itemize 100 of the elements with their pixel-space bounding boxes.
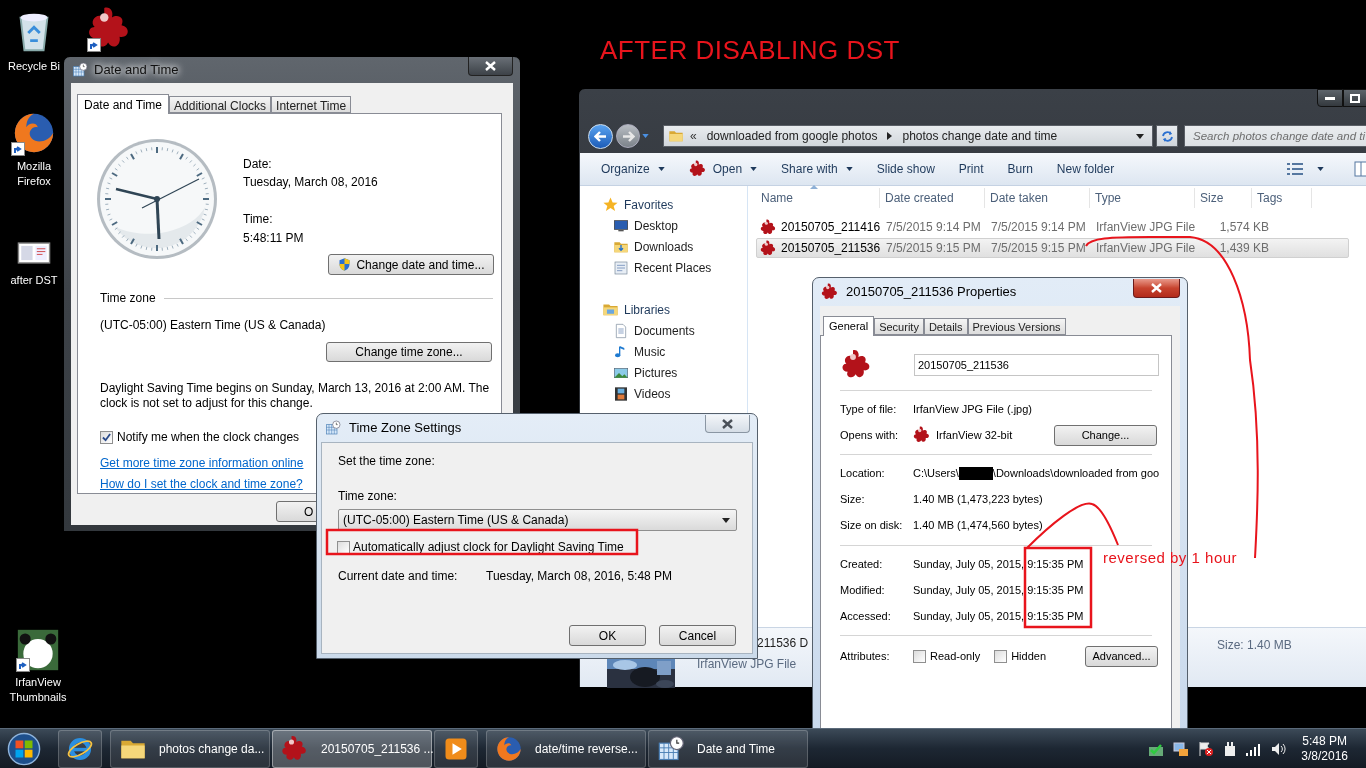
checkbox[interactable] <box>994 649 1008 663</box>
caret-icon <box>845 167 853 171</box>
refresh-button[interactable] <box>1156 125 1178 147</box>
address-bar[interactable]: « downloaded from google photos photos change date and time <box>663 125 1153 147</box>
dropdown[interactable]: (UTC-05:00) Eastern Time (US & Canada) <box>338 509 737 531</box>
monitor-icon[interactable] <box>613 217 629 234</box>
desktop-icon-label[interactable]: after DST <box>10 273 58 288</box>
field-label: Opens with: <box>840 427 900 443</box>
column-header[interactable]: Size <box>1195 188 1252 208</box>
column-header[interactable]: Date created <box>880 188 985 208</box>
checkbox-label[interactable]: Notify me when the clock changes <box>117 428 300 446</box>
folder-icon <box>668 128 684 144</box>
button[interactable]: Change time zone... <box>326 342 492 362</box>
taskbar-button[interactable]: 20150705_211536 ... <box>272 729 432 768</box>
desktop-icon-label[interactable]: Mozilla Firefox <box>6 159 62 189</box>
column-header[interactable]: Type <box>1090 188 1195 208</box>
file-row[interactable]: 20150705_211536 7/5/2015 9:15 PM 7/5/2015 9:15 PM IrfanView JPG File 1,439 KB <box>756 238 1349 258</box>
tab[interactable]: Security <box>874 318 924 335</box>
file-row[interactable]: 20150705_211416 7/5/2015 9:14 PM 7/5/2015 9:14 PM IrfanView JPG File 1,574 KB <box>756 217 1349 237</box>
help-link[interactable]: Get more time zone information online <box>100 454 304 472</box>
column-header[interactable]: Date taken <box>985 188 1090 208</box>
field-label: Time: <box>243 211 274 227</box>
film-strip-icon[interactable] <box>613 385 629 402</box>
nav-item[interactable]: Music <box>634 342 666 361</box>
maximize-button[interactable] <box>1343 89 1366 107</box>
table-cell-text: IrfanView JPG File <box>1095 219 1196 236</box>
toolbar-button[interactable]: New folder <box>1047 157 1124 181</box>
nav-item[interactable]: Recent Places <box>634 258 712 277</box>
breadcrumb-overflow[interactable]: « <box>690 127 697 145</box>
help-link[interactable]: How do I set the clock and time zone? <box>100 475 303 493</box>
back-button[interactable] <box>588 123 613 149</box>
button[interactable]: Advanced... <box>1085 645 1158 667</box>
nav-item[interactable]: Videos <box>634 384 671 403</box>
field-label: Size: <box>840 491 866 507</box>
field-value: 1.40 MB (1,474,560 bytes) <box>913 517 1043 533</box>
toolbar-button[interactable]: Print <box>949 157 993 181</box>
taskbar-button[interactable] <box>434 729 478 768</box>
table-cell-text: 7/5/2015 9:15 PM <box>990 240 1087 257</box>
nav-item[interactable]: Libraries <box>624 300 671 319</box>
checkbox[interactable] <box>913 649 926 663</box>
nav-item[interactable]: Desktop <box>634 216 679 235</box>
breadcrumb[interactable]: photos change date and time <box>902 127 1058 145</box>
clock-time[interactable]: 5:48 PM <box>1302 733 1347 749</box>
toolbar-button[interactable]: Organize <box>592 157 674 181</box>
nav-item[interactable]: Pictures <box>634 363 678 382</box>
toolbar-button[interactable]: Open <box>679 157 767 181</box>
checkbox[interactable] <box>100 430 113 444</box>
close-button[interactable] <box>468 57 513 76</box>
window-title: Date and Time <box>94 61 179 80</box>
forward-arrow-icon <box>621 130 635 142</box>
section-heading: Time zone <box>100 290 156 307</box>
taskbar-button[interactable] <box>58 729 102 768</box>
button[interactable]: Change... <box>1054 424 1157 446</box>
star-icon[interactable] <box>602 196 619 213</box>
column-header[interactable]: Name <box>756 188 880 208</box>
calendar-clock-icon <box>325 420 341 436</box>
desktop-icon-label[interactable]: IrfanView Thumbnails <box>2 675 74 705</box>
toolbar-button[interactable]: Slide show <box>867 157 944 181</box>
window-title: Time Zone Settings <box>349 419 462 438</box>
nav-item[interactable]: Favorites <box>624 195 674 214</box>
nav-item[interactable]: Documents <box>634 321 695 340</box>
search-field[interactable]: Search photos change date and ti <box>1184 125 1366 147</box>
time-zone-value: (UTC-05:00) Eastern Time (US & Canada) <box>100 317 327 334</box>
button[interactable]: Cancel <box>659 625 736 646</box>
redaction-bar <box>958 466 993 480</box>
tab[interactable]: Internet Time <box>271 96 352 113</box>
nav-item[interactable]: Downloads <box>634 237 694 256</box>
field-value: \Downloads\downloaded from goo <box>992 465 1160 481</box>
tab[interactable]: Details <box>923 318 968 335</box>
field-label: Type of file: <box>840 401 898 417</box>
forward-button[interactable] <box>616 124 640 148</box>
toolbar-button[interactable]: Burn <box>998 157 1042 181</box>
table-cell-text: 1,574 KB <box>1218 219 1269 236</box>
tab[interactable]: Additional Clocks <box>169 96 272 113</box>
button[interactable]: OK <box>569 625 646 646</box>
file-name-field[interactable]: 20150705_211536 <box>914 354 1159 376</box>
checkbox[interactable] <box>337 540 350 554</box>
column-header[interactable]: Tags <box>1252 188 1312 208</box>
tab[interactable]: Previous Versions <box>967 318 1066 335</box>
taskbar-button[interactable]: date/time reverse... <box>486 729 646 768</box>
minimize-button[interactable] <box>1317 89 1343 107</box>
desktop-icon-label[interactable]: Recycle Bi <box>8 59 60 74</box>
network-computer-icon <box>1173 740 1190 757</box>
button[interactable]: Change date and time... <box>328 254 494 275</box>
close-button[interactable] <box>1133 279 1180 298</box>
checkbox-label[interactable]: Hidden <box>1011 647 1046 665</box>
checkbox-label[interactable]: Automatically adjust clock for Daylight Saving Time <box>353 538 624 556</box>
tab[interactable]: General <box>823 316 875 336</box>
toolbar-button[interactable]: Share with <box>772 157 862 181</box>
button[interactable]: O <box>276 501 317 522</box>
clock-date[interactable]: 3/8/2016 <box>1301 748 1348 764</box>
panda-icon[interactable] <box>16 628 60 672</box>
breadcrumb[interactable]: downloaded from google photos <box>706 127 878 145</box>
taskbar-button[interactable]: Date and Time <box>648 729 808 768</box>
taskbar-button[interactable]: photos change da... <box>110 729 270 768</box>
caret-icon <box>750 167 758 171</box>
shield-icon <box>337 257 353 272</box>
close-button[interactable] <box>705 415 750 433</box>
checkbox-label[interactable]: Read-only <box>930 647 981 665</box>
tab[interactable]: Date and Time <box>77 94 170 114</box>
